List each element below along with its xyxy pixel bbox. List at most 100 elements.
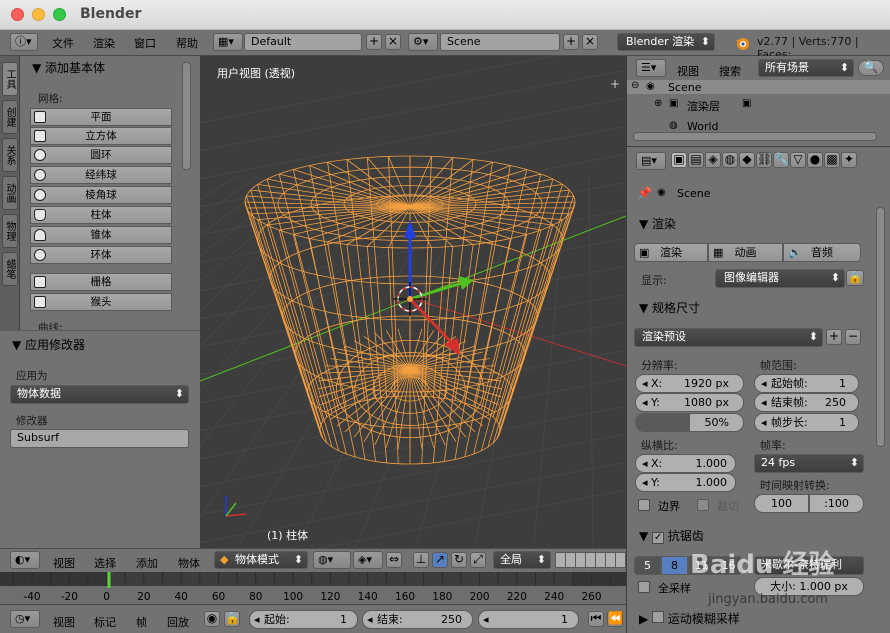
outliner-row-render-layers[interactable]: ⊕ ▣ 渲染层 ▣ <box>627 98 890 113</box>
preview-range-lock-icon[interactable]: 🔒 <box>224 611 240 627</box>
timeline-playback-menu[interactable]: 回放 <box>167 614 189 630</box>
apply-modifier-header[interactable]: ▼ 应用修改器 <box>12 336 85 353</box>
aa-samples-8[interactable]: 8 <box>661 556 688 575</box>
framerate-select[interactable]: 24 fps ⬍ <box>754 454 864 473</box>
screen-layout-icon[interactable]: ▦▾ <box>213 33 243 51</box>
maximize-window-button[interactable] <box>53 8 66 21</box>
render-panel-header[interactable]: ▼ 渲染 <box>639 215 676 232</box>
end-frame-field[interactable]: ◂ 结束帧: 250 <box>754 393 859 412</box>
remove-screen-icon[interactable]: × <box>385 34 401 50</box>
menu-help[interactable]: 帮助 <box>176 35 198 51</box>
motion-blur-checkbox[interactable] <box>652 611 665 623</box>
timeline-start-field[interactable]: ◂ 起始: 1 <box>249 610 358 629</box>
display-select[interactable]: 图像编辑器 ⬍ <box>715 269 845 288</box>
add-plane-button[interactable]: 平面 <box>30 108 172 126</box>
record-icon[interactable]: ◉ <box>204 611 220 627</box>
viewport-view-menu[interactable]: 视图 <box>53 555 75 571</box>
aa-samples-16[interactable]: 16 <box>715 556 742 575</box>
minimize-window-button[interactable] <box>32 8 45 21</box>
time-remap-new-field[interactable]: :100 <box>809 494 864 513</box>
apply-as-select[interactable]: 物体数据 ⬍ <box>10 385 189 404</box>
frame-step-field[interactable]: ◂ 帧步长: 1 <box>754 413 859 432</box>
editor-type-info-icon[interactable]: ⓘ▾ <box>10 33 38 51</box>
tab-animation[interactable]: 动画 <box>2 176 18 210</box>
border-checkbox[interactable] <box>638 499 650 511</box>
render-preset-select[interactable]: 渲染预设 ⬍ <box>634 328 823 347</box>
mode-select[interactable]: ◆ 物体模式 ⬍ <box>214 551 308 569</box>
scale-manipulator-icon[interactable]: ⤢ <box>470 552 486 568</box>
outliner-filter-select[interactable]: 所有场景 ⬍ <box>758 59 854 77</box>
translate-manipulator-icon[interactable]: ↗ <box>432 552 448 568</box>
add-primitive-header[interactable]: ▼ 添加基本体 <box>32 59 105 76</box>
add-ico-sphere-button[interactable]: 棱角球 <box>30 186 172 204</box>
render-engine-select[interactable]: Blender 渲染 ⬍ <box>617 33 715 51</box>
timeline-editor-type-icon[interactable]: ◷▾ <box>10 610 40 628</box>
data-tab-icon[interactable]: ▽ <box>790 152 806 168</box>
time-remap-old-field[interactable]: 100 <box>754 494 809 513</box>
audio-button[interactable]: 🔈 音频 <box>783 243 861 262</box>
pivot-point-icon[interactable]: ◈▾ <box>353 551 383 569</box>
particles-tab-icon[interactable]: ✦ <box>841 152 857 168</box>
render-button[interactable]: ▣ 渲染 <box>634 243 708 262</box>
world-tab-icon[interactable]: ◍ <box>722 152 738 168</box>
outliner-search-menu[interactable]: 搜索 <box>719 63 741 79</box>
aa-samples-5[interactable]: 5 <box>634 556 661 575</box>
anti-aliasing-panel-header[interactable]: ▼ ✓ 抗锯齿 <box>639 527 704 544</box>
scene-tab-icon[interactable]: ◈ <box>705 152 721 168</box>
render-tab-camera-icon[interactable]: ▣ <box>671 152 687 168</box>
remove-preset-icon[interactable]: − <box>845 329 861 345</box>
timeline[interactable]: -40 -20 0 20 40 60 80 100 120 140 160 180 200 220 240 2… <box>0 572 648 604</box>
render-layer-vis-icon[interactable]: ▣ <box>742 98 751 109</box>
layer-buttons[interactable] <box>555 552 626 568</box>
add-cylinder-button[interactable]: 柱体 <box>30 206 172 224</box>
add-cube-button[interactable]: 立方体 <box>30 127 172 145</box>
modifiers-tab-icon[interactable]: 🔧 <box>773 152 789 168</box>
timeline-view-menu[interactable]: 视图 <box>53 614 75 630</box>
viewport-plus-icon[interactable]: + <box>610 78 622 90</box>
viewport-object-menu[interactable]: 物体 <box>178 555 200 571</box>
scene-browse-icon[interactable]: ⚙▾ <box>408 33 438 51</box>
viewport-add-menu[interactable]: 添加 <box>136 555 158 571</box>
expand-icon[interactable]: ⊕ <box>654 98 662 109</box>
tab-grease-pencil[interactable]: 蜡笔 <box>2 252 18 286</box>
rotate-manipulator-icon[interactable]: ↻ <box>451 552 467 568</box>
tab-create[interactable]: 创建 <box>2 100 18 134</box>
menu-file[interactable]: 文件 <box>52 35 74 51</box>
close-window-button[interactable] <box>11 8 24 21</box>
filter-size-field[interactable]: 大小: 1.000 px <box>754 577 864 596</box>
transform-orientation-select[interactable]: 全局 ⬍ <box>493 551 551 569</box>
tab-physics[interactable]: 物理 <box>2 214 18 248</box>
screen-layout-field[interactable]: Default <box>244 33 362 51</box>
timeline-end-field[interactable]: ◂ 结束: 250 <box>362 610 473 629</box>
constraints-tab-icon[interactable]: ⛓ <box>756 152 772 168</box>
add-circle-button[interactable]: 圆环 <box>30 146 172 164</box>
jump-keyframe-back-icon[interactable]: ⏪ <box>607 611 623 627</box>
outliner-view-menu[interactable]: 视图 <box>677 63 699 79</box>
render-layers-tab-icon[interactable]: ▤ <box>688 152 704 168</box>
motion-blur-panel-header[interactable]: ▶ 运动模糊采样 <box>639 610 740 627</box>
resolution-y-field[interactable]: ◂ Y: 1080 px <box>635 393 744 412</box>
current-frame-field[interactable]: ◂ 1 <box>478 610 579 629</box>
aa-filter-select[interactable]: 米歇尔-奈特瑞利 <box>754 556 864 575</box>
crop-checkbox[interactable] <box>697 499 709 511</box>
tool-shelf-scrollbar[interactable] <box>182 62 191 170</box>
add-cone-button[interactable]: 锥体 <box>30 226 172 244</box>
texture-tab-icon[interactable]: ▩ <box>824 152 840 168</box>
modifier-field[interactable]: Subsurf <box>10 429 189 448</box>
outliner-row-world[interactable]: ◍ World <box>627 118 890 130</box>
transform-axes-icon[interactable]: ⊥ <box>413 552 429 568</box>
animation-button[interactable]: ▦ 动画 <box>708 243 783 262</box>
3d-viewport[interactable]: 用户视图 (透视) (1) 柱体 + <box>200 56 626 548</box>
aspect-x-field[interactable]: ◂ X: 1.000 <box>635 454 736 473</box>
add-torus-button[interactable]: 环体 <box>30 246 172 264</box>
search-icon[interactable]: 🔍 <box>858 60 884 76</box>
aa-samples-11[interactable]: 11 <box>688 556 715 575</box>
properties-scrollbar[interactable] <box>876 207 885 447</box>
material-tab-icon[interactable]: ● <box>807 152 823 168</box>
tab-tools[interactable]: 工具 <box>2 62 18 96</box>
outliner-h-scrollbar[interactable] <box>633 132 877 141</box>
add-monkey-button[interactable]: 猴头 <box>30 293 172 311</box>
aspect-y-field[interactable]: ◂ Y: 1.000 <box>635 473 736 492</box>
tab-relations[interactable]: 关系 <box>2 138 18 172</box>
collapse-icon[interactable]: ⊖ <box>631 80 639 91</box>
